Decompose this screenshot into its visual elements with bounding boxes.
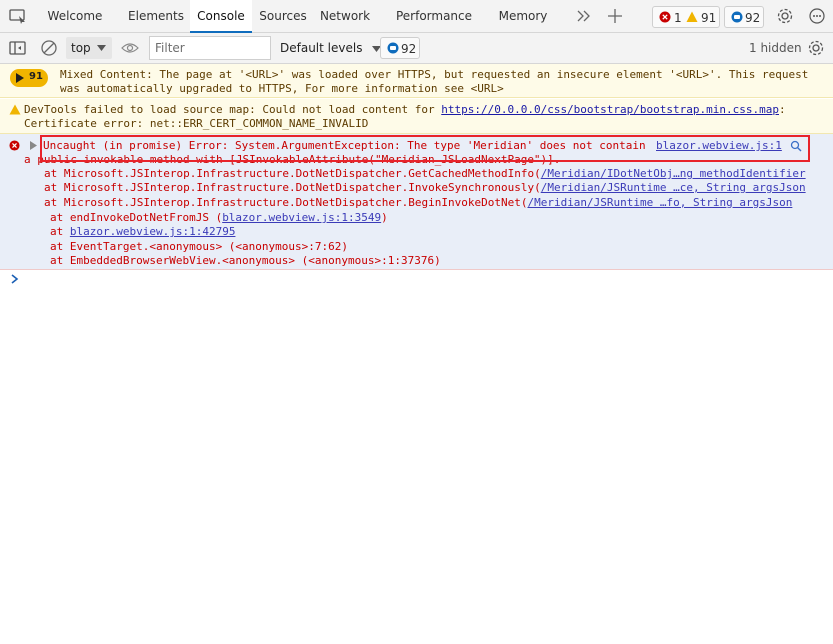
more-tabs-icon[interactable] <box>577 10 591 22</box>
issues-count: 92 <box>745 11 761 25</box>
stack-line: at Microsoft.JSInterop.Infrastructure.Do… <box>44 181 806 196</box>
warning-count: 91 <box>701 11 717 25</box>
source-map-prefix: DevTools failed to load source map: Coul… <box>24 103 442 116</box>
context-selector-value: top <box>71 41 91 55</box>
warning-group-count[interactable]: 91 <box>10 69 48 87</box>
tab-console[interactable]: Console <box>190 0 252 33</box>
tab-elements[interactable]: Elements <box>122 0 190 32</box>
mixed-content-line1: Mixed Content: The page at '<URL>' was l… <box>60 68 809 81</box>
error-count: 1 <box>674 11 682 25</box>
mixed-content-warning: 91 Mixed Content: The page at '<URL>' wa… <box>0 64 833 98</box>
error-source-link[interactable]: blazor.webview.js:1 <box>656 139 782 154</box>
error-line1: Uncaught (in promise) Error: System.Argu… <box>43 139 646 152</box>
source-map-warning: DevTools failed to load source map: Coul… <box>0 99 833 134</box>
issues-icon <box>387 42 399 54</box>
settings-gear-icon[interactable] <box>776 7 794 25</box>
sidebar-toggle-icon[interactable] <box>9 40 27 56</box>
mixed-content-line2: was automatically upgraded to HTTPS, For… <box>60 82 504 95</box>
error-icon <box>9 140 20 151</box>
source-map-url-link[interactable]: https://0.0.0.0/css/bootstrap/bootstrap.… <box>441 103 779 116</box>
tab-performance[interactable]: Performance <box>390 0 478 32</box>
stack-line-text: at Microsoft.JSInterop.Infrastructure.Do… <box>44 167 541 180</box>
warning-icon <box>686 11 698 22</box>
stack-line-link[interactable]: /Meridian/JSRuntime …ce, String argsJson <box>541 181 806 194</box>
warning-icon <box>9 104 21 115</box>
stack-line-text: at Microsoft.JSInterop.Infrastructure.Do… <box>44 196 528 209</box>
toolbar-issues-counter[interactable]: 92 <box>380 37 420 59</box>
stack-line: at Microsoft.JSInterop.Infrastructure.Do… <box>44 196 792 211</box>
clear-console-icon[interactable] <box>40 39 58 57</box>
chevron-down-icon <box>97 45 106 51</box>
search-icon[interactable] <box>790 140 802 152</box>
stack-line-link[interactable]: /Meridian/JSRuntime …fo, String argsJson <box>527 196 792 209</box>
stack-frame: at EventTarget.<anonymous> (<anonymous>:… <box>50 240 349 253</box>
expand-arrow-icon[interactable] <box>30 141 37 150</box>
issues-counter[interactable]: 92 <box>724 6 764 28</box>
stack-frame-suffix: ) <box>381 211 388 224</box>
stack-line: at Microsoft.JSInterop.Infrastructure.Do… <box>44 167 806 182</box>
tab-sources[interactable]: Sources <box>254 0 312 32</box>
expand-arrow-icon <box>16 73 24 83</box>
console-toolbar: top Default levels 92 1 hidden <box>0 33 833 64</box>
error-line2: a public invokable method with [JSInvoka… <box>24 153 561 166</box>
stack-line-text: at Microsoft.JSInterop.Infrastructure.Do… <box>44 181 541 194</box>
filter-input[interactable] <box>149 36 271 60</box>
uncaught-error-message: Uncaught (in promise) Error: System.Argu… <box>0 134 833 270</box>
toolbar-issues-count: 92 <box>401 42 417 56</box>
stack-frame: at endInvokeDotNetFromJS (blazor.webview… <box>50 211 388 226</box>
context-selector[interactable]: top <box>66 37 112 59</box>
tab-welcome[interactable]: Welcome <box>39 0 111 32</box>
log-levels-dropdown[interactable]: Default levels <box>280 41 382 55</box>
error-icon <box>659 11 671 23</box>
console-settings-gear-icon[interactable] <box>807 39 825 57</box>
source-map-line1: DevTools failed to load source map: Coul… <box>24 103 786 118</box>
device-toolbar-icon[interactable] <box>9 8 27 25</box>
stack-line-link[interactable]: /Meridian/IDotNetObj…ng methodIdentifier <box>541 167 806 180</box>
devtools-tabbar: Welcome Elements Console Sources Network… <box>0 0 833 33</box>
warning-group-count-value: 91 <box>29 71 43 82</box>
stack-frame-link[interactable]: blazor.webview.js:1:42795 <box>70 225 236 238</box>
source-map-line2: Certificate error: net::ERR_CERT_COMMON_… <box>24 117 369 130</box>
tab-network[interactable]: Network <box>314 0 376 32</box>
stack-frame: at EmbeddedBrowserWebView.<anonymous> (<… <box>50 254 441 267</box>
live-expression-eye-icon[interactable] <box>121 41 139 55</box>
log-levels-label: Default levels <box>280 41 363 55</box>
stack-frame-link[interactable]: blazor.webview.js:1:3549 <box>222 211 381 224</box>
hidden-messages-count[interactable]: 1 hidden <box>749 41 802 55</box>
stack-frame: at blazor.webview.js:1:42795 <box>50 225 235 240</box>
tab-memory[interactable]: Memory <box>492 0 554 32</box>
source-map-suffix: : <box>779 103 786 116</box>
more-options-icon[interactable] <box>808 7 826 25</box>
issues-icon <box>731 11 743 23</box>
error-warning-counter[interactable]: 1 91 <box>652 6 720 28</box>
stack-frame-text: at <box>50 225 70 238</box>
console-prompt-chevron-icon[interactable] <box>10 273 20 285</box>
add-tab-icon[interactable] <box>606 7 624 25</box>
stack-frame-text: at endInvokeDotNetFromJS ( <box>50 211 223 224</box>
